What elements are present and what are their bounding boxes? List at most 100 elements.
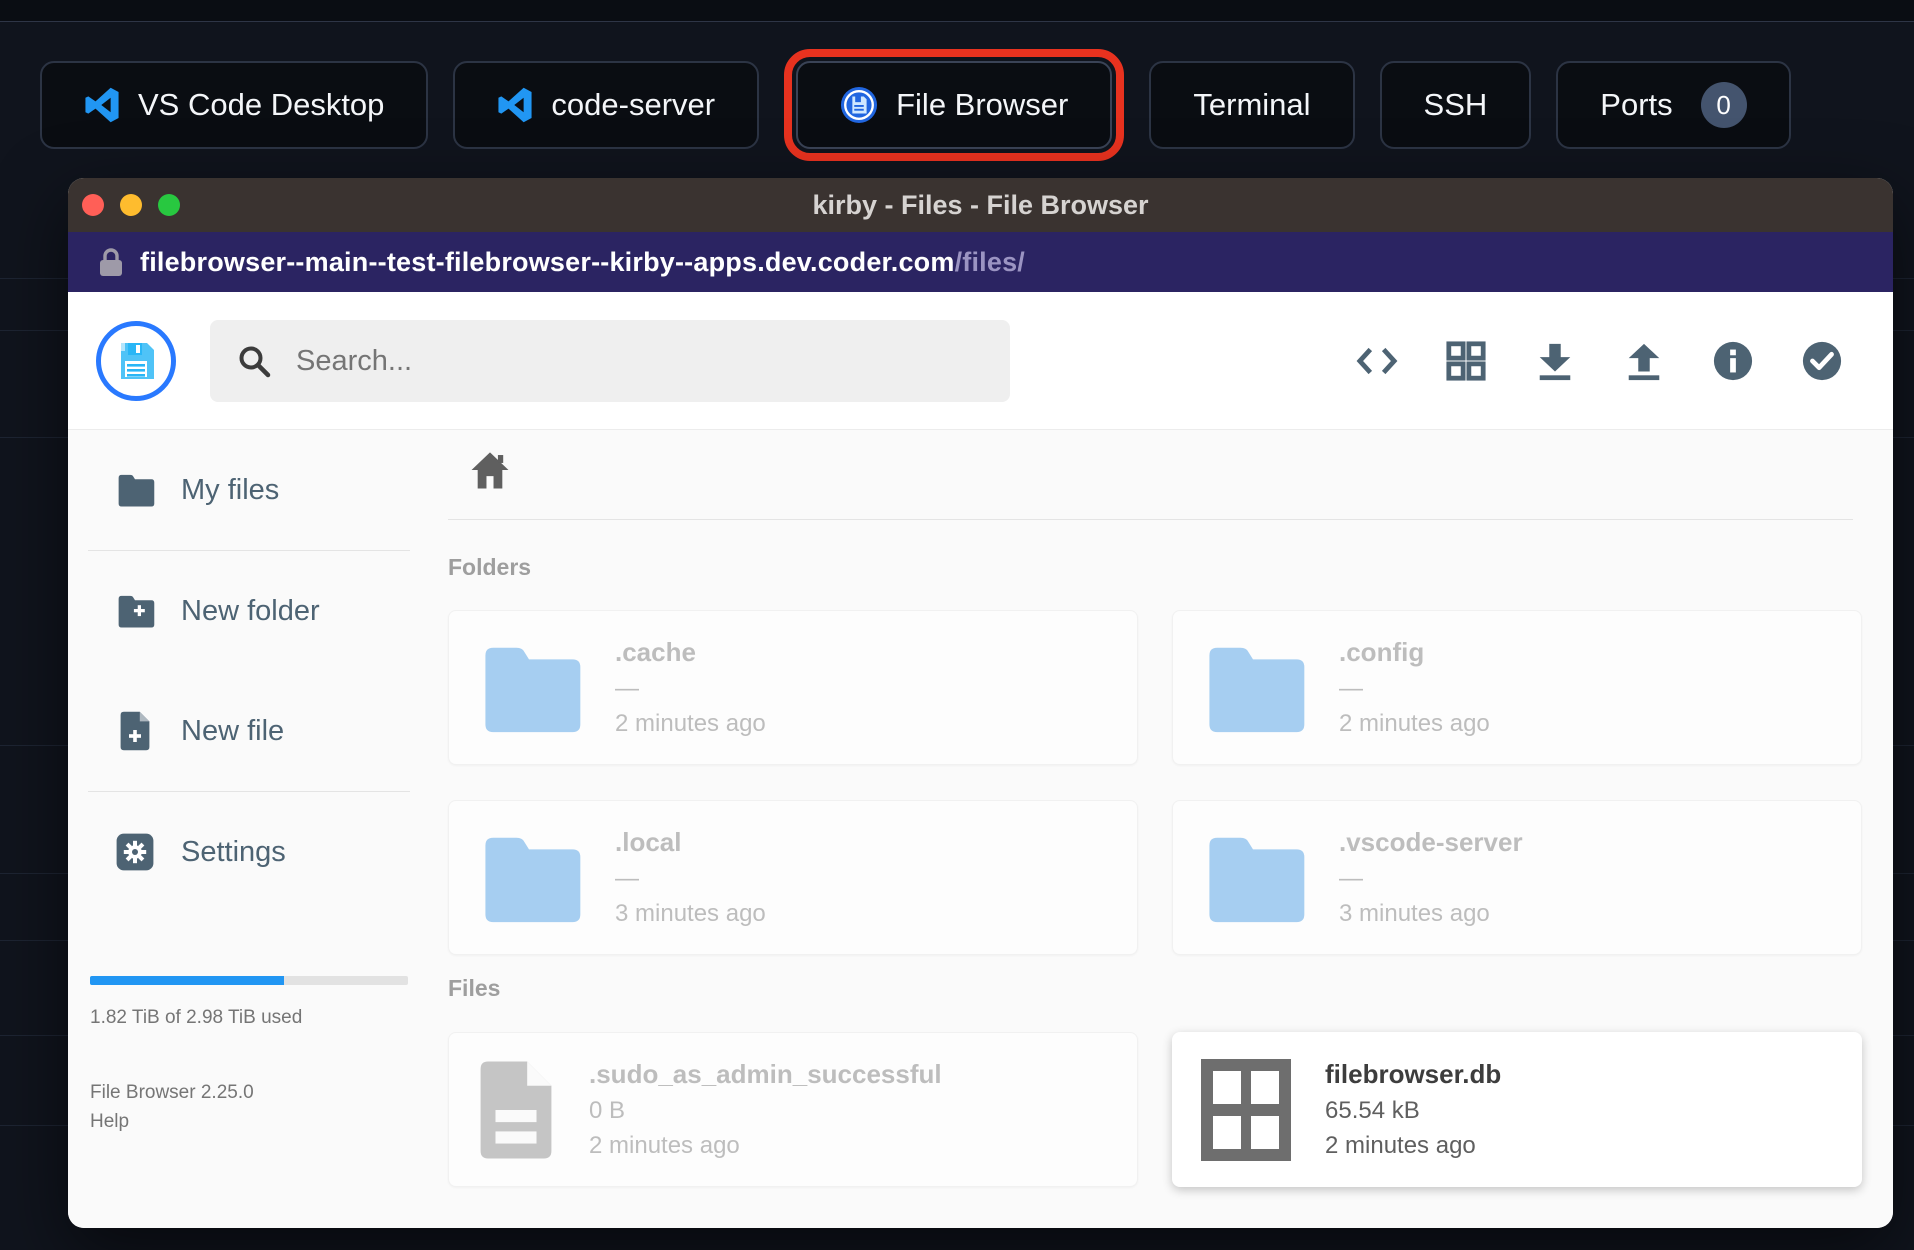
search-input[interactable] — [296, 344, 984, 378]
folder-icon — [118, 474, 155, 507]
folder-card-cache[interactable]: .cache — 2 minutes ago — [448, 610, 1138, 765]
item-size: — — [1339, 865, 1363, 892]
url-domain: filebrowser--main--test-filebrowser--kir… — [140, 246, 955, 277]
url-bar[interactable]: filebrowser--main--test-filebrowser--kir… — [68, 232, 1893, 292]
tab-vscode-desktop[interactable]: VS Code Desktop — [40, 61, 429, 149]
filebrowser-header — [68, 292, 1893, 430]
tab-label: SSH — [1423, 87, 1488, 122]
storage-progress-track — [90, 976, 408, 985]
section-heading-files: Files — [448, 975, 501, 1001]
filebrowser-logo-icon[interactable] — [96, 321, 176, 401]
folder-card-local[interactable]: .local — 3 minutes ago — [448, 800, 1138, 955]
vscode-icon — [498, 87, 532, 123]
item-name: .cache — [615, 637, 696, 667]
item-modified: 2 minutes ago — [1325, 1132, 1476, 1159]
highlight-ring: File Browser — [784, 49, 1125, 161]
info-icon[interactable] — [1712, 340, 1754, 382]
search-icon — [239, 346, 271, 378]
item-modified: 3 minutes ago — [615, 900, 766, 927]
folder-icon — [485, 837, 581, 922]
item-name: filebrowser.db — [1325, 1059, 1502, 1089]
sidebar-item-label: Settings — [181, 835, 286, 868]
item-size: — — [615, 865, 639, 892]
sidebar-item-label: New file — [181, 714, 285, 747]
item-details: .local — 3 minutes ago — [615, 827, 766, 928]
upload-icon[interactable] — [1623, 340, 1665, 382]
help-link[interactable]: Help — [90, 1107, 254, 1136]
header-actions — [1356, 292, 1843, 430]
browser-window: kirby - Files - File Browser filebrowser… — [68, 178, 1893, 1228]
code-icon[interactable] — [1356, 340, 1398, 382]
sidebar-item-label: My files — [181, 473, 280, 506]
folder-icon — [1209, 647, 1305, 732]
tab-label: File Browser — [896, 87, 1069, 122]
app-tab-bar: VS Code Desktop code-server File Browser — [40, 49, 1791, 161]
item-size: — — [615, 675, 639, 702]
file-card-filebrowser-db[interactable]: filebrowser.db 65.54 kB 2 minutes ago — [1172, 1032, 1862, 1187]
storage-progress-fill — [90, 976, 284, 985]
sidebar-item-settings[interactable]: Settings — [68, 792, 410, 912]
document-icon — [480, 1061, 552, 1158]
url-text: filebrowser--main--test-filebrowser--kir… — [140, 247, 1025, 278]
file-card-sudo-as-admin-successful[interactable]: .sudo_as_admin_successful 0 B 2 minutes … — [448, 1032, 1138, 1187]
item-details: filebrowser.db 65.54 kB 2 minutes ago — [1325, 1059, 1501, 1160]
file-listing: Folders .cache — 2 minutes ago .config —… — [410, 430, 1893, 1228]
tab-ports[interactable]: Ports 0 — [1556, 61, 1791, 149]
folder-plus-icon — [118, 595, 155, 628]
window-titlebar: kirby - Files - File Browser — [68, 178, 1893, 232]
folder-card-config[interactable]: .config — 2 minutes ago — [1172, 610, 1862, 765]
sidebar-item-new-folder[interactable]: New folder — [68, 551, 410, 671]
sidebar-footer: File Browser 2.25.0 Help — [90, 1078, 254, 1137]
item-size: 0 B — [589, 1097, 626, 1124]
app-version-label: File Browser 2.25.0 — [90, 1082, 254, 1103]
sidebar-item-my-files[interactable]: My files — [68, 430, 410, 550]
search-bar[interactable] — [210, 320, 1010, 402]
file-plus-icon — [120, 711, 150, 751]
item-size: 65.54 kB — [1325, 1097, 1420, 1124]
tab-terminal[interactable]: Terminal — [1149, 61, 1355, 149]
ports-count-badge: 0 — [1700, 82, 1747, 128]
desktop: VS Code Desktop code-server File Browser — [0, 0, 1914, 1250]
filebrowser-icon — [841, 86, 878, 124]
home-icon[interactable] — [468, 448, 512, 492]
item-modified: 2 minutes ago — [615, 710, 766, 737]
sidebar-item-new-file[interactable]: New file — [68, 671, 410, 791]
storage-usage: 1.82 TiB of 2.98 TiB used — [90, 976, 410, 1029]
item-details: .vscode-server — 3 minutes ago — [1339, 827, 1523, 928]
item-details: .sudo_as_admin_successful 0 B 2 minutes … — [589, 1059, 942, 1160]
gear-icon — [116, 833, 154, 871]
tab-file-browser[interactable]: File Browser — [796, 61, 1113, 149]
item-name: .local — [615, 827, 682, 857]
sidebar-item-label: New folder — [181, 594, 320, 627]
item-size: — — [1339, 675, 1363, 702]
breadcrumb-divider — [448, 519, 1853, 520]
item-details: .config — 2 minutes ago — [1339, 637, 1490, 738]
folder-icon — [1209, 837, 1305, 922]
tab-label: VS Code Desktop — [138, 87, 385, 122]
tab-ssh[interactable]: SSH — [1379, 61, 1532, 149]
url-path: /files/ — [954, 246, 1026, 277]
window-title: kirby - Files - File Browser — [812, 189, 1149, 220]
download-icon[interactable] — [1534, 340, 1576, 382]
tab-label: Ports — [1600, 87, 1673, 122]
section-heading-folders: Folders — [448, 554, 532, 580]
tab-label: Terminal — [1193, 87, 1311, 122]
storage-usage-label: 1.82 TiB of 2.98 TiB used — [90, 1007, 303, 1028]
lock-icon — [100, 248, 122, 276]
tab-code-server[interactable]: code-server — [453, 61, 760, 149]
item-name: .config — [1339, 637, 1425, 667]
check-circle-icon[interactable] — [1801, 340, 1843, 382]
item-modified: 3 minutes ago — [1339, 900, 1490, 927]
top-strip — [0, 0, 1914, 22]
item-modified: 2 minutes ago — [1339, 710, 1490, 737]
item-details: .cache — 2 minutes ago — [615, 637, 766, 738]
vscode-icon — [85, 87, 119, 123]
item-name: .vscode-server — [1339, 827, 1523, 857]
grid-view-icon[interactable] — [1445, 340, 1487, 382]
item-modified: 2 minutes ago — [589, 1132, 740, 1159]
database-grid-icon — [1201, 1058, 1291, 1161]
folder-icon — [485, 647, 581, 732]
item-name: .sudo_as_admin_successful — [589, 1059, 942, 1089]
folder-card-vscode-server[interactable]: .vscode-server — 3 minutes ago — [1172, 800, 1862, 955]
sidebar: My files New folder New file Settings 1.… — [68, 430, 410, 1228]
